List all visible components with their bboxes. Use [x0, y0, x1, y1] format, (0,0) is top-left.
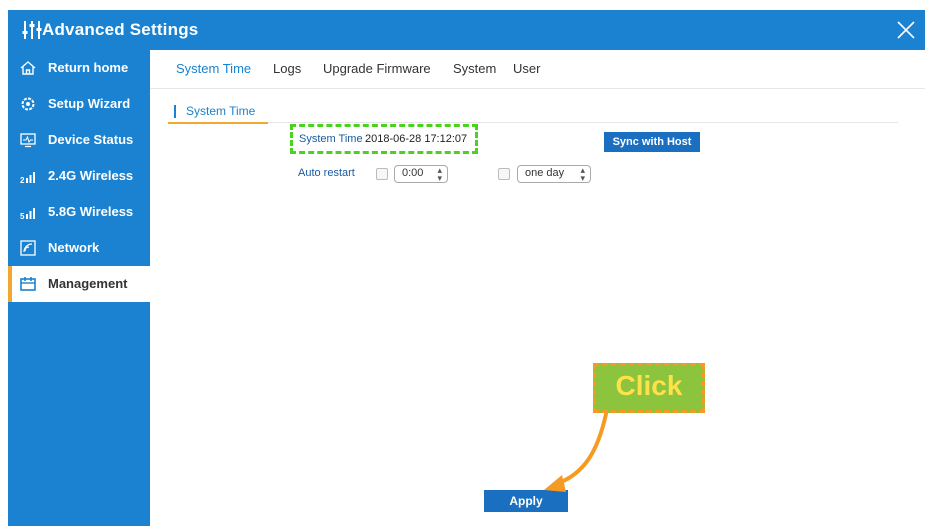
sidebar-item-label: Setup Wizard: [48, 96, 131, 111]
tab-upgrade-firmware[interactable]: Upgrade Firmware: [323, 61, 431, 76]
section-header: System Time: [168, 102, 898, 124]
subsection-label: System Time: [186, 104, 256, 118]
sidebar-item-label: Management: [48, 276, 128, 291]
auto-restart-interval-checkbox[interactable]: [498, 168, 510, 180]
apply-button[interactable]: Apply: [484, 490, 568, 512]
window-title: Advanced Settings: [42, 20, 199, 39]
main-panel: System Time Logs Upgrade Firmware System…: [150, 50, 925, 526]
sidebar-item-label: 5.8G Wireless: [48, 204, 134, 219]
sidebar-item-device-status[interactable]: Device Status: [8, 122, 150, 158]
sidebar: Return home Setup Wizard Device Status 2…: [8, 50, 150, 526]
close-icon[interactable]: [893, 17, 919, 43]
advanced-settings-window: Advanced Settings Return home Setup Wiza…: [8, 10, 925, 526]
system-time-value: 2018-06-28 17:12:07: [365, 133, 468, 145]
select-arrows-icon: ▴ ▾: [437, 165, 442, 183]
system-time-label: System Time: [299, 133, 363, 145]
tab-system-time[interactable]: System Time: [176, 61, 251, 76]
svg-text:2: 2: [20, 176, 25, 184]
sidebar-item-2g-wireless[interactable]: 2 2.4G Wireless: [8, 158, 150, 194]
auto-restart-interval-select[interactable]: one day ▴ ▾: [517, 165, 591, 183]
sidebar-item-label: Device Status: [48, 132, 134, 147]
sidebar-item-network[interactable]: Network: [8, 230, 150, 266]
sidebar-item-label: Return home: [48, 60, 129, 75]
monitor-icon: [20, 132, 36, 148]
system-time-highlight: System Time 2018-06-28 17:12:07: [290, 124, 478, 154]
management-icon: [20, 276, 36, 292]
svg-text:5: 5: [20, 212, 25, 220]
select-arrows-icon: ▴ ▾: [580, 165, 585, 183]
sync-with-host-button[interactable]: Sync with Host: [604, 132, 700, 152]
auto-restart-label: Auto restart: [298, 167, 355, 179]
click-annotation: Click: [593, 363, 705, 413]
sidebar-item-5g-wireless[interactable]: 5 5.8G Wireless: [8, 194, 150, 230]
auto-restart-time-checkbox[interactable]: [376, 168, 388, 180]
auto-restart-time-select[interactable]: 0:00 ▴ ▾: [394, 165, 448, 183]
subsection-marker: [174, 105, 176, 118]
sidebar-item-setup-wizard[interactable]: Setup Wizard: [8, 86, 150, 122]
subsection-tab[interactable]: System Time: [168, 102, 268, 124]
sidebar-item-return-home[interactable]: Return home: [8, 50, 150, 86]
tab-system[interactable]: System: [453, 61, 496, 76]
auto-restart-time-value: 0:00: [402, 167, 424, 179]
signal-5g-icon: 5: [20, 204, 36, 221]
auto-restart-interval-value: one day: [525, 167, 565, 179]
sliders-icon: [22, 19, 42, 41]
signal-2g-icon: 2: [20, 168, 36, 185]
home-icon: [20, 60, 36, 76]
sidebar-item-management[interactable]: Management: [8, 266, 150, 302]
sidebar-item-label: 2.4G Wireless: [48, 168, 134, 183]
click-annotation-text: Click: [615, 370, 683, 401]
tab-bar: System Time Logs Upgrade Firmware System…: [150, 50, 925, 89]
tab-logs[interactable]: Logs: [273, 61, 301, 76]
gear-icon: [20, 96, 36, 112]
network-icon: [20, 240, 36, 256]
tab-user[interactable]: User: [513, 61, 540, 76]
title-bar: Advanced Settings: [8, 10, 925, 50]
sidebar-item-label: Network: [48, 240, 100, 255]
